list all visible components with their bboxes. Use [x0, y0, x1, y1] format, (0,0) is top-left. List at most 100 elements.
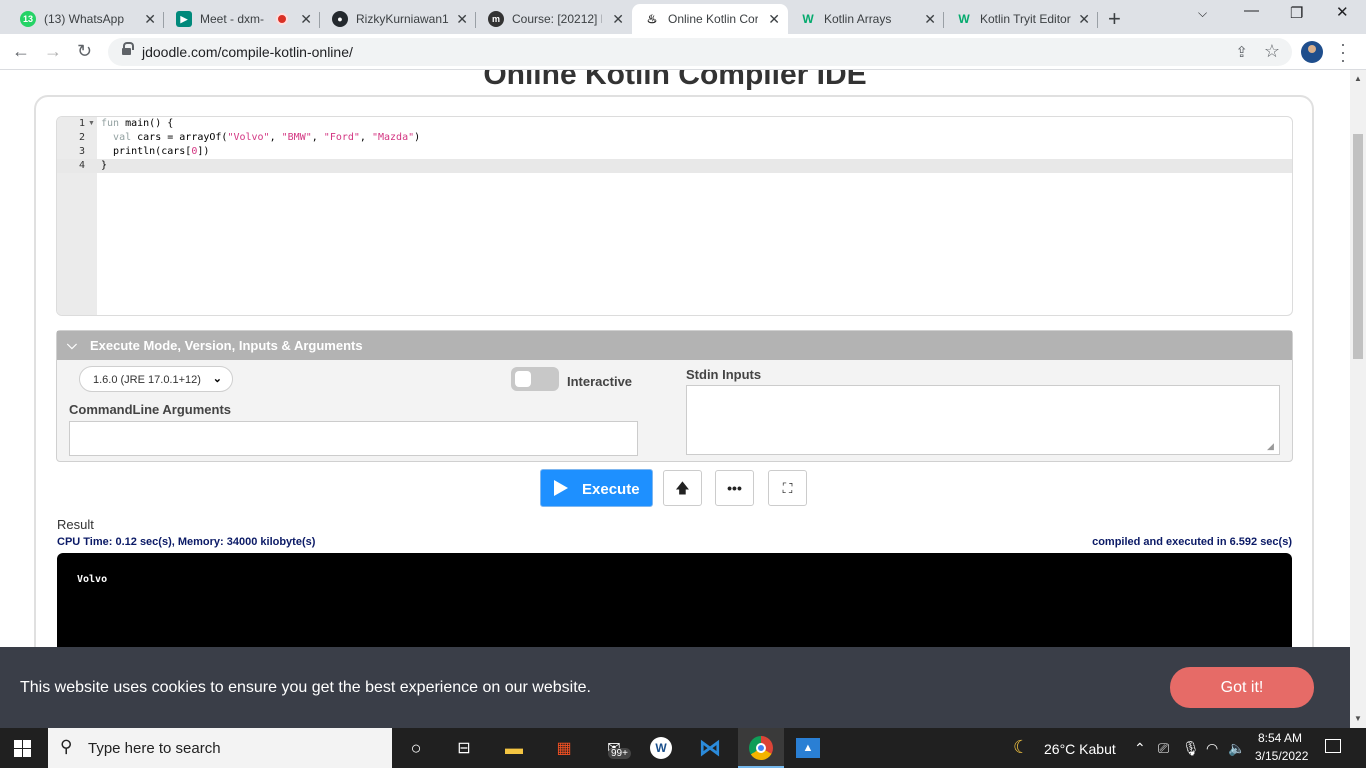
file-explorer-icon[interactable]: ▬ — [502, 736, 526, 760]
fullscreen-button[interactable]: ⛶ — [768, 470, 807, 506]
close-icon[interactable]: ✕ — [924, 11, 936, 27]
code-token: fun — [101, 118, 126, 129]
upload-file-button[interactable]: 🡅 — [663, 470, 702, 506]
photos-icon[interactable]: ▲ — [796, 738, 820, 758]
tab-title: (13) WhatsApp — [44, 12, 125, 26]
execute-mode-title: Execute Mode, Version, Inputs & Argument… — [90, 338, 363, 353]
close-icon[interactable]: ✕ — [144, 11, 156, 27]
page-viewport: Online Kotlin Compiler IDE 1 2 3 4 ▼ fun ma… — [0, 70, 1350, 728]
line-number: 2 — [78, 132, 85, 143]
windows-start-button[interactable] — [14, 740, 31, 757]
tab-title: Kotlin Arrays — [824, 12, 892, 26]
line-number: 3 — [78, 146, 85, 157]
profile-avatar[interactable] — [1301, 41, 1323, 63]
new-tab-button[interactable]: + — [1108, 6, 1121, 32]
code-token: "Volvo" — [227, 132, 270, 143]
clock-time[interactable]: 8:54 AM — [1258, 731, 1302, 745]
code-token: , — [311, 132, 324, 143]
close-icon[interactable]: ✕ — [612, 11, 624, 27]
scroll-up-arrow-icon[interactable]: ▲ — [1354, 74, 1362, 83]
word-app-icon[interactable]: W — [650, 737, 672, 759]
tab-whatsapp[interactable]: 13 (13) WhatsApp ✕ — [8, 4, 164, 34]
cmdline-args-input[interactable] — [69, 421, 638, 456]
compile-time-info: compiled and executed in 6.592 sec(s) — [1092, 536, 1292, 548]
taskbar-search-box[interactable]: ⚲ Type here to search — [48, 728, 392, 768]
got-it-button[interactable]: Got it! — [1170, 667, 1314, 708]
version-select[interactable]: 1.6.0 (JRE 17.0.1+12) ⌄ — [79, 366, 233, 392]
page-scrollbar[interactable]: ▲ ▼ — [1350, 70, 1366, 728]
execute-button[interactable]: Execute — [540, 469, 653, 507]
vscode-icon[interactable]: ⋈ — [698, 735, 722, 760]
restore-button[interactable]: ❐ — [1290, 4, 1303, 22]
cortana-icon[interactable]: ○ — [404, 736, 428, 760]
task-view-icon[interactable]: ⊟ — [452, 736, 476, 760]
weather-moon-icon[interactable]: ☾ — [1013, 737, 1029, 758]
chevron-up-icon[interactable]: ⌃ — [1134, 740, 1146, 757]
stdin-textarea[interactable] — [686, 385, 1280, 455]
jdoodle-icon: ♨ — [646, 12, 658, 26]
scroll-thumb[interactable] — [1353, 134, 1363, 359]
tab-search-chevron-icon[interactable]: ⌵ — [1198, 6, 1207, 21]
microsoft-store-icon[interactable]: ▦ — [552, 736, 576, 760]
meet-now-icon[interactable]: ⎚ — [1158, 740, 1169, 757]
tab-github[interactable]: ● RizkyKurniawan1 ✕ — [320, 4, 476, 34]
address-bar[interactable]: jdoodle.com/compile-kotlin-online/ ⇪ ☆ — [108, 38, 1292, 66]
close-icon[interactable]: ✕ — [300, 11, 312, 27]
chrome-taskbar-button[interactable] — [738, 728, 784, 768]
fold-arrow-icon[interactable]: ▼ — [88, 120, 95, 127]
notification-icon[interactable] — [1325, 739, 1341, 753]
resize-grip-icon[interactable]: ◢ — [1267, 441, 1290, 459]
code-line[interactable]: } — [101, 160, 107, 171]
back-arrow-icon[interactable]: ← — [12, 41, 30, 62]
line-number: 1 — [78, 118, 85, 129]
weather-text[interactable]: 26°C Kabut — [1044, 741, 1116, 757]
clock-date[interactable]: 3/15/2022 — [1255, 749, 1308, 763]
more-options-button[interactable]: ••• — [715, 470, 754, 506]
url-text[interactable]: jdoodle.com/compile-kotlin-online/ — [142, 44, 353, 60]
w3schools-icon: W — [802, 12, 814, 26]
forward-arrow-icon[interactable]: → — [44, 41, 62, 62]
chevron-down-icon: ⌄ — [212, 373, 222, 385]
tab-google-meet[interactable]: ▶ Meet - dxm- ✕ — [164, 4, 320, 34]
page-title: Online Kotlin Compiler IDE — [483, 70, 867, 91]
tab-kotlin-tryit[interactable]: W Kotlin Tryit Editor ✕ — [944, 4, 1098, 34]
stdin-label: Stdin Inputs — [686, 367, 762, 382]
browser-menu-icon[interactable]: · · · — [1340, 35, 1346, 69]
code-line[interactable]: println(cars[0]) — [101, 146, 209, 157]
tab-kotlin-arrays[interactable]: W Kotlin Arrays ✕ — [788, 4, 944, 34]
window-close-button[interactable]: ✕ — [1336, 3, 1349, 21]
share-icon[interactable]: ⇪ — [1235, 43, 1248, 61]
code-token: cars = arrayOf( — [131, 132, 228, 143]
code-token: ]) — [197, 146, 210, 157]
code-line[interactable]: val cars = arrayOf("Volvo", "BMW", "Ford… — [101, 132, 420, 143]
output-text: Volvo — [77, 574, 108, 585]
tab-moodle-course[interactable]: m Course: [20212] P ✕ — [476, 4, 632, 34]
ellipsis-icon: ••• — [727, 480, 742, 496]
close-icon[interactable]: ✕ — [1078, 11, 1090, 27]
code-editor[interactable]: 1234 ▼ fun main() { val cars = arrayOf("… — [56, 116, 1293, 316]
code-token: main() { — [125, 118, 174, 129]
chevron-down-icon: ⌵ — [67, 337, 77, 352]
code-line[interactable]: fun main() { — [101, 118, 173, 129]
tab-jdoodle-active[interactable]: ♨ Online Kotlin Cor ✕ — [632, 4, 788, 34]
result-label: Result — [57, 517, 94, 532]
execute-mode-header[interactable]: ⌵ Execute Mode, Version, Inputs & Argume… — [57, 331, 1292, 360]
bookmark-star-icon[interactable]: ☆ — [1264, 41, 1280, 62]
code-token: , — [359, 132, 372, 143]
cmdline-args-label: CommandLine Arguments — [69, 402, 232, 417]
microphone-icon[interactable]: 🎙 — [1182, 740, 1200, 757]
tab-title: Kotlin Tryit Editor — [980, 12, 1071, 26]
volume-icon[interactable]: 🔈 — [1228, 740, 1245, 757]
windows-taskbar: ⚲ Type here to search ○ ⊟ ▬ ▦ ✉ 99+ W ⋈ … — [0, 728, 1366, 768]
google-meet-icon: ▶ — [176, 11, 192, 27]
interactive-label: Interactive — [567, 374, 633, 389]
code-token: "BMW" — [281, 132, 312, 143]
minimize-button[interactable]: — — [1244, 2, 1259, 19]
interactive-toggle[interactable] — [511, 367, 559, 391]
close-icon[interactable]: ✕ — [456, 11, 468, 27]
scroll-down-arrow-icon[interactable]: ▼ — [1354, 714, 1362, 723]
wifi-icon[interactable]: ◠ — [1206, 740, 1218, 757]
cookie-banner: This website uses cookies to ensure you … — [0, 647, 1350, 728]
reload-icon[interactable]: ↻ — [77, 41, 92, 62]
close-icon[interactable]: ✕ — [768, 11, 780, 27]
